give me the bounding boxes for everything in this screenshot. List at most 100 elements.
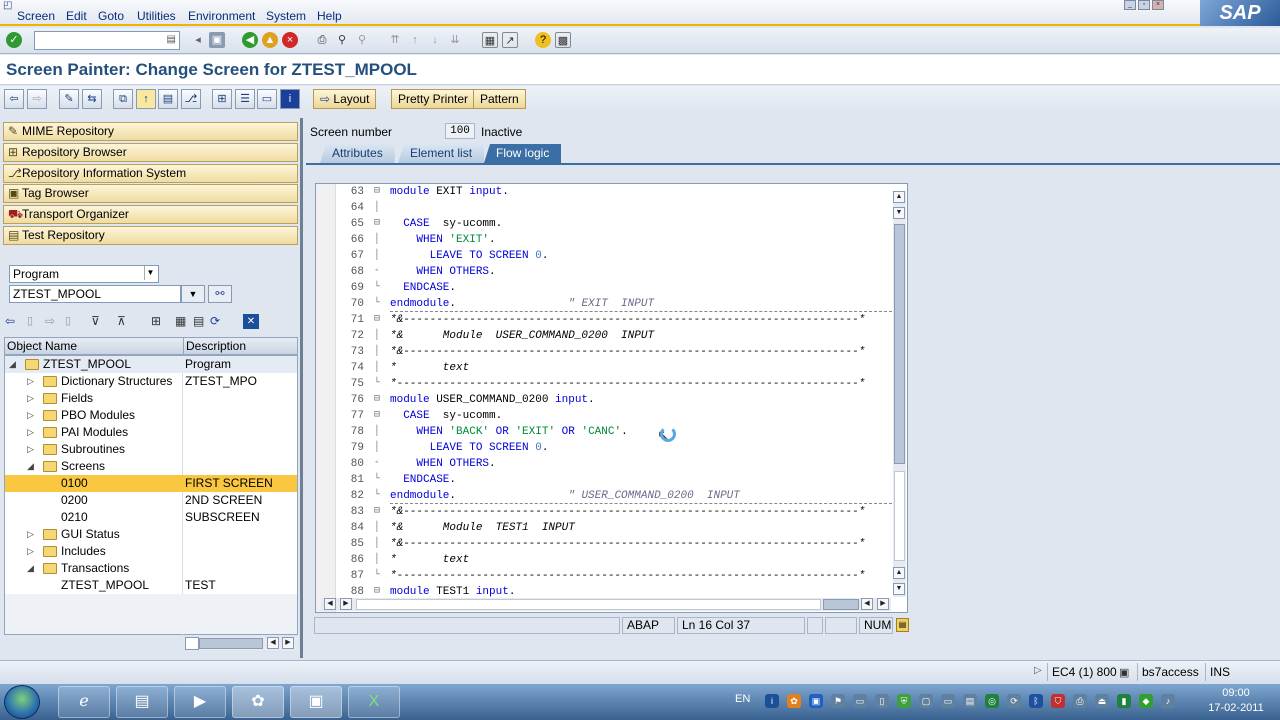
find-icon[interactable]: ⚲ bbox=[334, 32, 350, 48]
expanded-icon[interactable]: ◢ bbox=[27, 458, 34, 475]
command-history-icon[interactable]: ▤ bbox=[167, 34, 176, 45]
object-name-input[interactable]: ZTEST_MPOOL bbox=[9, 285, 181, 303]
system-clock[interactable]: 09:00 17-02-2011 bbox=[1196, 686, 1276, 716]
tree-row[interactable]: 0200 2ND SCREEN bbox=[5, 492, 297, 509]
scroll-thumb[interactable] bbox=[894, 224, 905, 464]
refresh-icon[interactable]: ⟳ bbox=[210, 314, 220, 328]
menu-system[interactable]: System bbox=[266, 9, 306, 23]
tree-row[interactable]: ▷ GUI Status bbox=[5, 526, 297, 543]
system-info[interactable]: EC4 (1) 800 bbox=[1047, 663, 1117, 681]
status-expand-icon[interactable]: ▷ bbox=[1034, 665, 1042, 676]
editor-hscroll[interactable]: ◀ ▶ ◀ ▶ bbox=[321, 598, 891, 611]
help-icon[interactable]: ? bbox=[535, 32, 551, 48]
scroll-track[interactable] bbox=[356, 599, 821, 610]
expand-icon[interactable]: ⊽ bbox=[91, 314, 100, 328]
display-glasses-icon[interactable]: ⚯ bbox=[208, 285, 232, 303]
tree-row[interactable]: ZTEST_MPOOL TEST bbox=[5, 577, 297, 594]
display-tray-icon[interactable]: ▭ bbox=[941, 694, 955, 708]
save-icon[interactable]: ▣ bbox=[209, 32, 225, 48]
list-icon[interactable]: ▤ bbox=[193, 314, 204, 328]
column-object-name[interactable]: Object Name bbox=[7, 339, 77, 353]
enter-icon[interactable]: ✓ bbox=[6, 32, 22, 48]
grid-icon[interactable]: ▦ bbox=[175, 314, 186, 328]
hierarchy-icon[interactable]: ⊞ bbox=[151, 314, 161, 328]
column-description[interactable]: Description bbox=[186, 339, 246, 353]
check-icon[interactable]: ▤ bbox=[158, 89, 178, 109]
start-button-icon[interactable] bbox=[4, 685, 40, 719]
scroll-down-icon[interactable]: ▼ bbox=[893, 583, 905, 595]
nav-transport-organizer[interactable]: ⛟Transport Organizer bbox=[3, 205, 298, 224]
tree-row[interactable]: ▷ Dictionary Structures bbox=[5, 373, 297, 390]
minimize-icon[interactable]: _ bbox=[1124, 0, 1136, 10]
code-editor[interactable]: 63 ⊟ module EXIT input. 64 │ 65 ⊟ CASE sy-uc… bbox=[315, 183, 908, 613]
tree-row[interactable]: ▷ Includes bbox=[5, 543, 297, 560]
scroll-right-icon[interactable]: ▶ bbox=[340, 598, 352, 610]
printer-tray-icon[interactable]: ⎙ bbox=[1073, 694, 1087, 708]
tree-hscroll[interactable]: ◀ ▶ bbox=[185, 637, 298, 650]
collapsed-icon[interactable]: ▷ bbox=[27, 441, 34, 458]
usb-tray-icon[interactable]: ⏏ bbox=[1095, 694, 1109, 708]
collapsed-icon[interactable]: ▷ bbox=[27, 424, 34, 441]
collapsed-icon[interactable]: ▷ bbox=[27, 543, 34, 560]
stack-icon[interactable]: ☰ bbox=[235, 89, 255, 109]
close-icon[interactable]: × bbox=[1152, 0, 1164, 10]
tree-row[interactable]: ▷ PBO Modules bbox=[5, 407, 297, 424]
sync-tray-icon[interactable]: ⟳ bbox=[1007, 694, 1021, 708]
scroll-thumb[interactable] bbox=[823, 599, 859, 610]
collapse-icon[interactable]: ⊼ bbox=[117, 314, 126, 328]
chevron-down-icon[interactable]: ▼ bbox=[144, 266, 156, 280]
fold-collapse-icon[interactable]: ⊟ bbox=[374, 184, 380, 200]
layout-menu-icon[interactable]: ▩ bbox=[555, 32, 571, 48]
object-type-select[interactable]: Program ▼ bbox=[9, 265, 159, 283]
fold-collapse-icon[interactable]: ⊟ bbox=[374, 408, 380, 424]
tab-element-list[interactable]: Element list bbox=[398, 144, 485, 163]
network-tray-icon[interactable]: ◎ bbox=[985, 694, 999, 708]
scroll-down-icon[interactable]: ▼ bbox=[893, 207, 905, 219]
hierarchy-icon[interactable]: ⊞ bbox=[212, 89, 232, 109]
monitor-tray-icon[interactable]: ▭ bbox=[853, 694, 867, 708]
nav-repository-browser[interactable]: ⊞ Repository Browser bbox=[3, 143, 298, 162]
window-list-icon[interactable]: ▭ bbox=[257, 89, 277, 109]
expanded-icon[interactable]: ◢ bbox=[27, 560, 34, 577]
signal-tray-icon[interactable]: ▮ bbox=[1117, 694, 1131, 708]
scroll-thumb[interactable] bbox=[199, 638, 263, 649]
close-tree-icon[interactable]: ✕ bbox=[243, 314, 259, 329]
tree-row[interactable]: ▷ Subroutines bbox=[5, 441, 297, 458]
display-change-icon[interactable]: ✎ bbox=[59, 89, 79, 109]
scroll-left-icon[interactable]: ◀ bbox=[861, 598, 873, 610]
nav-mime-repository[interactable]: ✎ MIME Repository bbox=[3, 122, 298, 141]
nav-tag-browser[interactable]: ▣ Tag Browser bbox=[3, 184, 298, 203]
nav-repository-information-system[interactable]: ⎇Repository Information System bbox=[3, 164, 298, 183]
info-tray-icon[interactable]: i bbox=[765, 694, 779, 708]
other-object-icon[interactable]: ⧉ bbox=[113, 89, 133, 109]
expanded-icon[interactable]: ◢ bbox=[9, 356, 16, 373]
print-icon[interactable]: ⎙ bbox=[314, 32, 330, 48]
window-icon[interactable]: ◰ bbox=[3, 0, 12, 11]
scroll-track[interactable] bbox=[894, 471, 905, 561]
app-green-tray-icon[interactable]: ◆ bbox=[1139, 694, 1153, 708]
tree-row[interactable]: ◢ ZTEST_MPOOL Program ZTEST_MPO bbox=[5, 356, 297, 388]
antivirus-tray-icon[interactable]: ⛉ bbox=[1051, 694, 1065, 708]
shortcut-icon[interactable]: ↗ bbox=[502, 32, 518, 48]
flower-tray-icon[interactable]: ✿ bbox=[787, 694, 801, 708]
layout-button[interactable]: ⇨ Layout bbox=[313, 89, 377, 109]
pretty-printer-button[interactable]: Pretty Printer bbox=[391, 89, 476, 109]
collapsed-icon[interactable]: ▷ bbox=[27, 373, 34, 390]
fold-collapse-icon[interactable]: ⊟ bbox=[374, 312, 380, 328]
tree-row[interactable]: 0100 FIRST SCREEN bbox=[5, 475, 297, 492]
nav-test-repository[interactable]: ▤ Test Repository bbox=[3, 226, 298, 245]
scroll-up-icon[interactable]: ▲ bbox=[893, 191, 905, 203]
device-tray-icon[interactable]: ▤ bbox=[963, 694, 977, 708]
shield-tray-icon[interactable]: ⛨ bbox=[897, 694, 911, 708]
language-indicator[interactable]: EN bbox=[735, 693, 750, 705]
command-field[interactable]: ▤ bbox=[34, 31, 180, 50]
scroll-up-icon[interactable]: ▲ bbox=[893, 567, 905, 579]
tab-flow-logic[interactable]: Flow logic bbox=[484, 144, 562, 163]
scroll-left-icon[interactable]: ◀ bbox=[267, 637, 279, 649]
app-tray-icon[interactable]: ▣ bbox=[809, 694, 823, 708]
excel-icon[interactable]: X bbox=[348, 686, 400, 718]
collapsed-icon[interactable]: ▷ bbox=[27, 390, 34, 407]
restore-icon[interactable]: ▫ bbox=[1138, 0, 1150, 10]
cancel-icon[interactable]: × bbox=[282, 32, 298, 48]
where-used-icon[interactable]: ⎇ bbox=[181, 89, 201, 109]
